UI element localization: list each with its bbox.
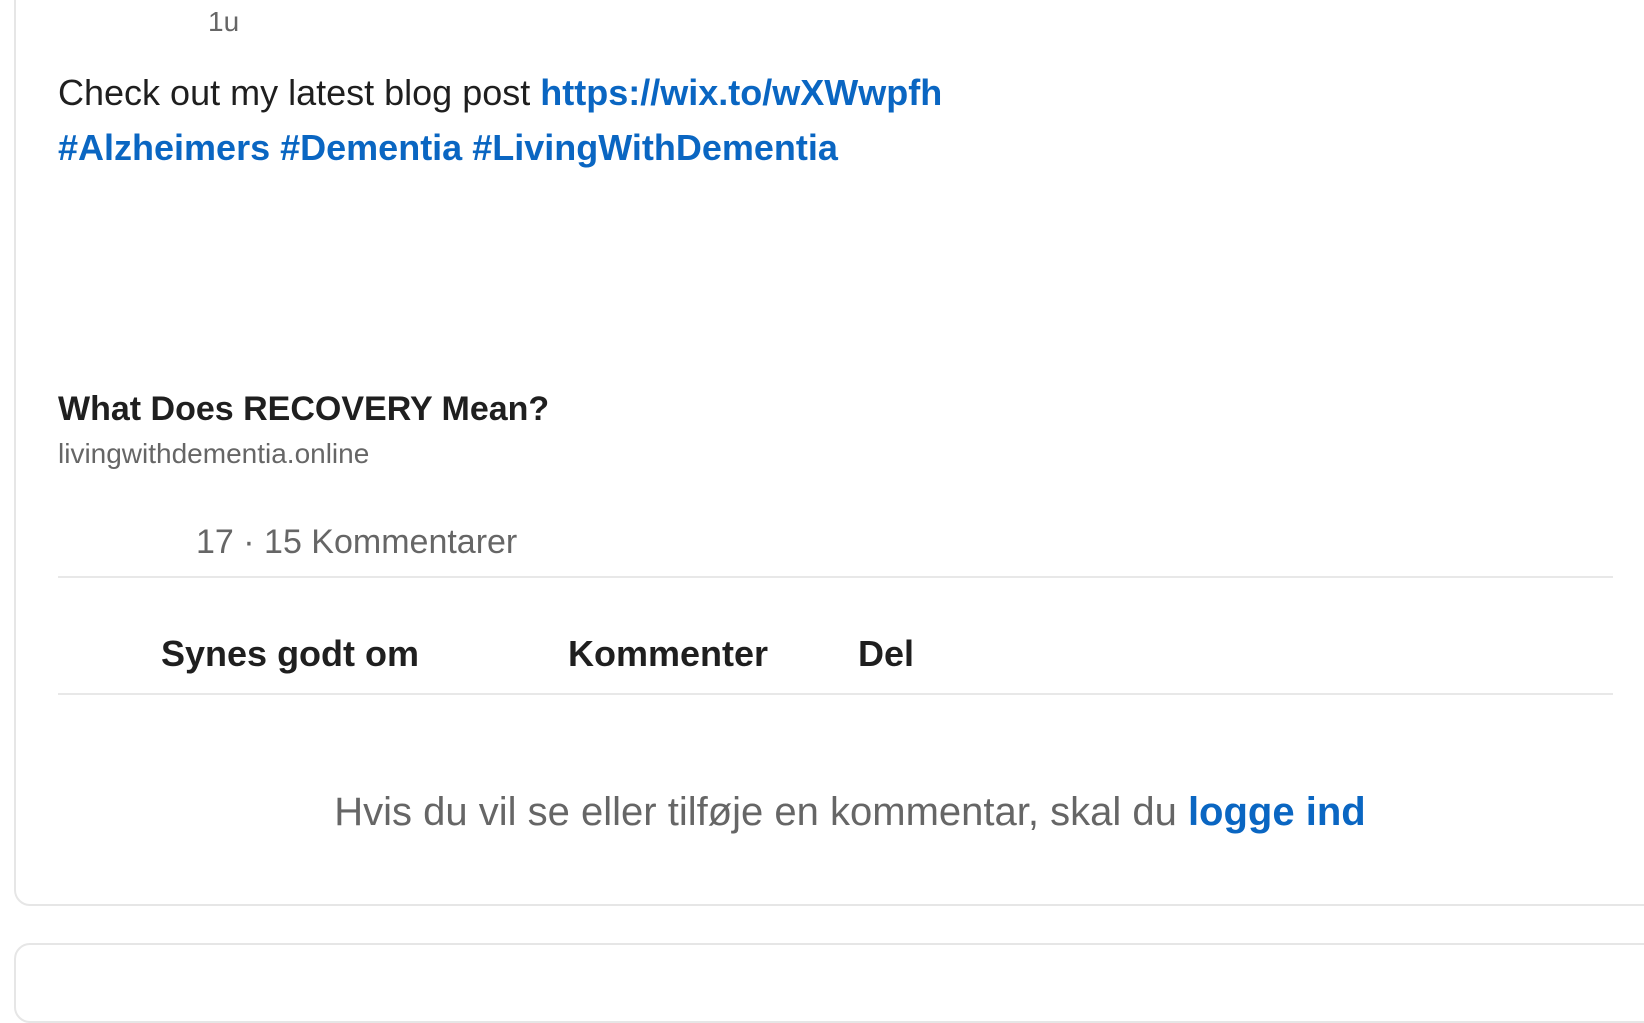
signin-prompt: Hvis du vil se eller tilføje en kommenta… [0, 790, 1644, 835]
signin-prompt-text: Hvis du vil se eller tilføje en kommenta… [334, 790, 1188, 834]
divider-top [58, 576, 1613, 578]
post-link[interactable]: https://wix.to/wXWwpfh [540, 72, 942, 113]
hashtag-alzheimers[interactable]: #Alzheimers [58, 127, 270, 168]
hashtag-living-with-dementia[interactable]: #LivingWithDementia [472, 127, 838, 168]
signin-link[interactable]: logge ind [1188, 790, 1366, 834]
comment-button[interactable]: Kommenter [568, 633, 768, 675]
post-hashtags: #Alzheimers #Dementia #LivingWithDementi… [58, 127, 838, 169]
link-preview-title[interactable]: What Does RECOVERY Mean? [58, 390, 549, 429]
share-button[interactable]: Del [858, 633, 914, 675]
post-timestamp: 1u [208, 6, 240, 37]
divider-bottom [58, 693, 1613, 695]
post-text: Check out my latest blog post https://wi… [58, 72, 942, 114]
reaction-comment-counts[interactable]: 17 · 15 Kommentarer [196, 523, 517, 562]
hashtag-dementia[interactable]: #Dementia [280, 127, 462, 168]
post-text-body: Check out my latest blog post [58, 72, 541, 113]
next-post-card [14, 943, 1644, 1023]
link-preview-domain: livingwithdementia.online [58, 438, 370, 469]
like-button[interactable]: Synes godt om [161, 633, 419, 675]
